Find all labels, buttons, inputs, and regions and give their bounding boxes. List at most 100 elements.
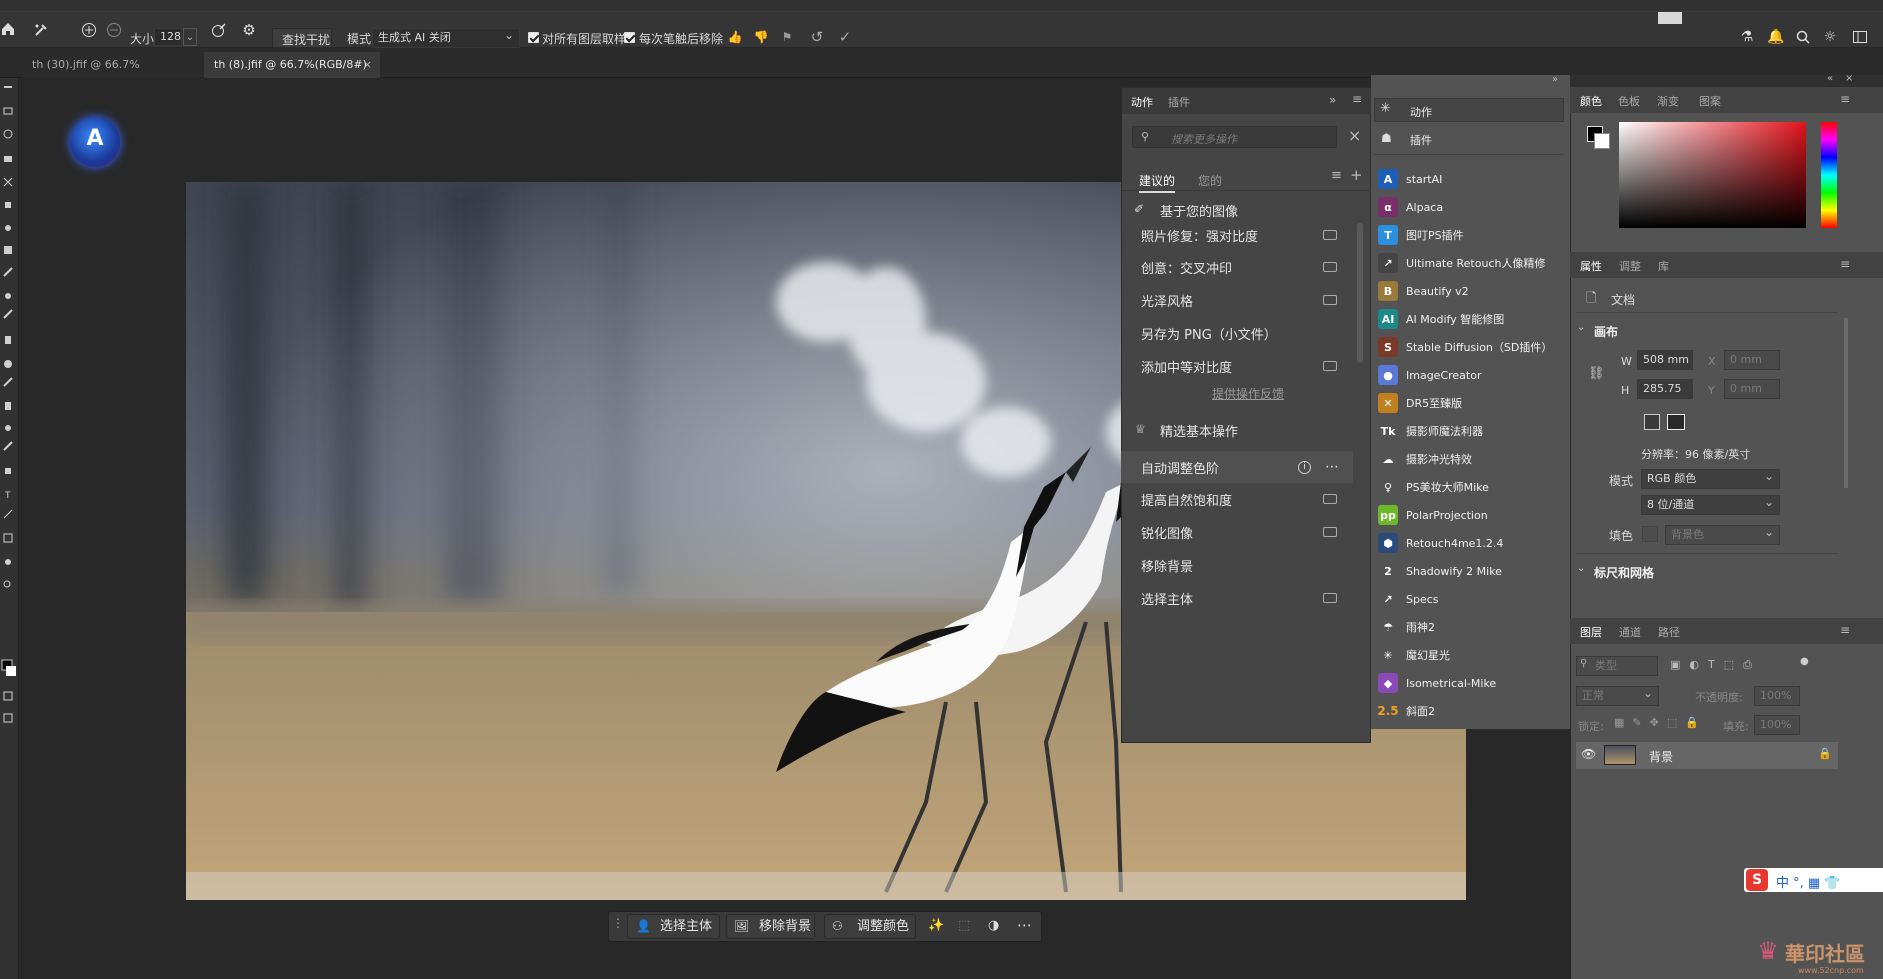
add-mode-icon[interactable] <box>80 21 98 39</box>
layer-kind-filter[interactable]: 类型 <box>1576 656 1658 676</box>
landscape-orientation-icon[interactable] <box>1667 414 1685 430</box>
plugin-item[interactable]: ◆ Isometrical-Mike <box>1374 669 1568 697</box>
action-item[interactable]: 移除背景 <box>1121 549 1353 581</box>
action-item[interactable]: 提高自然饱和度 <box>1121 483 1353 515</box>
action-item[interactable]: 创意：交叉冲印 <box>1121 251 1353 283</box>
blend-mode-select[interactable]: 正常 <box>1576 684 1659 706</box>
subtab-yours[interactable]: 您的 <box>1198 172 1222 189</box>
fill-field[interactable]: 100% <box>1754 715 1800 735</box>
flag-icon[interactable]: ⚑ <box>780 30 794 44</box>
remove-after-checkbox[interactable] <box>624 32 635 43</box>
x-field[interactable]: 0 mm <box>1724 350 1780 370</box>
search-clear-icon[interactable]: × <box>1348 126 1361 145</box>
action-preview-icon[interactable] <box>1323 262 1337 272</box>
tab-patterns[interactable]: 图案 <box>1699 93 1721 109</box>
dock-collapse-icon[interactable]: « <box>1827 73 1833 84</box>
search-actions-input[interactable]: ⚲ 搜索更多操作 <box>1132 126 1337 148</box>
fill-swatch[interactable] <box>1642 526 1658 542</box>
tab-adjustments[interactable]: 调整 <box>1619 258 1641 274</box>
lab-flask-icon[interactable]: ⚗ <box>1738 28 1756 46</box>
tab-properties[interactable]: 属性 <box>1580 258 1602 274</box>
find-distractions-button[interactable]: 查找干扰 <box>272 28 332 48</box>
plugins-collapse-icon[interactable]: » <box>1552 74 1558 85</box>
tab-channels[interactable]: 通道 <box>1619 624 1641 640</box>
plugin-item[interactable]: ♀ PS美妆大师Mike <box>1374 473 1568 501</box>
action-item[interactable]: 另存为 PNG（小文件） <box>1121 317 1353 349</box>
plugin-item[interactable]: ☂ 雨神2 <box>1374 613 1568 641</box>
feedback-link[interactable]: 提供操作反馈 <box>1212 385 1284 402</box>
plugin-item[interactable]: ⬢ Retouch4me1.2.4 <box>1374 529 1568 557</box>
tab-plugins[interactable]: 插件 <box>1168 94 1190 110</box>
workspace-icon[interactable] <box>1851 28 1869 46</box>
tab-document-2[interactable]: th (8).jfif @ 66.7%(RGB/8#) × <box>204 52 380 78</box>
tab-gradients[interactable]: 渐变 <box>1657 93 1679 109</box>
plugin-item[interactable]: ↗ Specs <box>1374 585 1568 613</box>
properties-scrollbar[interactable] <box>1844 318 1848 488</box>
plugin-item[interactable]: Tk 摄影师魔法利器 <box>1374 417 1568 445</box>
plugin-item[interactable]: ✳ 魔幻星光 <box>1374 641 1568 669</box>
actions-scrollbar[interactable] <box>1357 223 1363 363</box>
plugin-item[interactable]: B Beautify v2 <box>1374 277 1568 305</box>
collapse-icon[interactable]: » <box>1329 93 1336 107</box>
visibility-eye-icon[interactable]: 👁 <box>1581 747 1596 761</box>
lock-icons[interactable]: ▦✎✥⬚🔒 <box>1614 716 1707 729</box>
info-icon[interactable]: i <box>1298 460 1311 474</box>
plugin-item[interactable]: 2.5 斜面2 <box>1374 697 1568 725</box>
panel-menu-icon[interactable]: ≡ <box>1840 623 1850 637</box>
plugin-item[interactable]: AstartAI <box>1374 165 1568 193</box>
panel-menu-icon[interactable]: ≡ <box>1840 257 1850 271</box>
tab-swatches[interactable]: 色板 <box>1618 93 1640 109</box>
action-preview-icon[interactable] <box>1323 593 1337 603</box>
size-dropdown-icon[interactable]: ⌄ <box>183 28 197 46</box>
action-preview-icon[interactable] <box>1323 527 1337 537</box>
commit-check-icon[interactable]: ✓ <box>836 28 854 46</box>
action-preview-icon[interactable] <box>1323 230 1337 240</box>
plugin-item[interactable]: AI AI Modify 智能修图 <box>1374 305 1568 333</box>
sort-icon[interactable]: ≡ <box>1331 168 1342 183</box>
settings-gear-icon[interactable]: ⚙ <box>240 21 258 39</box>
action-item[interactable]: 添加中等对比度 <box>1121 350 1353 382</box>
chevron-down-icon[interactable]: ⌄ <box>1577 322 1585 333</box>
remove-tool-icon[interactable] <box>32 21 50 39</box>
color-mode-select[interactable]: RGB 颜色 <box>1641 467 1780 489</box>
discover-bulb-icon[interactable]: ☼ <box>1821 28 1839 46</box>
remove-background-button[interactable]: 🖼 移除背景 <box>726 914 815 939</box>
action-item-selected[interactable]: 自动调整色阶 i ⋯ <box>1121 451 1353 483</box>
thumbs-down-icon[interactable]: 👎 <box>754 30 769 44</box>
tool-icons[interactable]: T <box>0 78 19 838</box>
bit-depth-select[interactable]: 8 位/通道 <box>1641 493 1780 515</box>
plugin-item[interactable]: ✕ DR5至臻版 <box>1374 389 1568 417</box>
bell-icon[interactable]: 🔔 <box>1767 28 1785 46</box>
height-field[interactable]: 285.75 mm <box>1637 379 1693 399</box>
plugin-item[interactable]: pp PolarProjection <box>1374 501 1568 529</box>
more-icon[interactable]: ⋯ <box>1325 459 1339 475</box>
subtract-mode-icon[interactable] <box>105 21 123 39</box>
action-preview-icon[interactable] <box>1323 494 1337 504</box>
tab-color[interactable]: 颜色 <box>1580 93 1602 109</box>
more-icon[interactable]: ⋯ <box>1017 916 1032 934</box>
plugins-header-actions[interactable] <box>1374 98 1564 122</box>
plugins-header-plugins-label[interactable]: 插件 <box>1410 132 1432 148</box>
tab-document-1[interactable]: th (30).jfif @ 66.7%(RGB/8#) × <box>22 52 200 97</box>
plugin-item[interactable]: ● ImageCreator <box>1374 361 1568 389</box>
pressure-icon[interactable] <box>210 21 228 39</box>
plugin-item[interactable]: T 图叮PS插件 <box>1374 221 1568 249</box>
home-icon[interactable] <box>0 20 16 38</box>
tab-paths[interactable]: 路径 <box>1658 624 1680 640</box>
tab-libraries[interactable]: 库 <box>1658 258 1669 274</box>
layer-filter-icons[interactable]: ▣◐T⬚⎙ <box>1670 658 1761 672</box>
tab-close-icon[interactable]: × <box>363 52 372 78</box>
dock-close-icon[interactable]: × <box>1845 73 1853 84</box>
filter-toggle-icon[interactable]: ● <box>1800 656 1809 667</box>
action-item[interactable]: 锐化图像 <box>1121 516 1353 548</box>
portrait-orientation-icon[interactable] <box>1644 414 1660 430</box>
thumbs-up-icon[interactable]: 👍 <box>728 30 743 44</box>
action-preview-icon[interactable] <box>1323 295 1337 305</box>
window-control[interactable] <box>1658 12 1682 24</box>
plugin-item[interactable]: 2 Shadowify 2 Mike <box>1374 557 1568 585</box>
adjust-color-button[interactable]: ⚇ 调整颜色 <box>824 914 916 939</box>
width-field[interactable]: 508 mm <box>1637 350 1693 370</box>
sample-all-checkbox[interactable] <box>528 32 539 43</box>
select-subject-button[interactable]: 👤 选择主体 <box>627 914 720 939</box>
y-field[interactable]: 0 mm <box>1724 379 1780 399</box>
